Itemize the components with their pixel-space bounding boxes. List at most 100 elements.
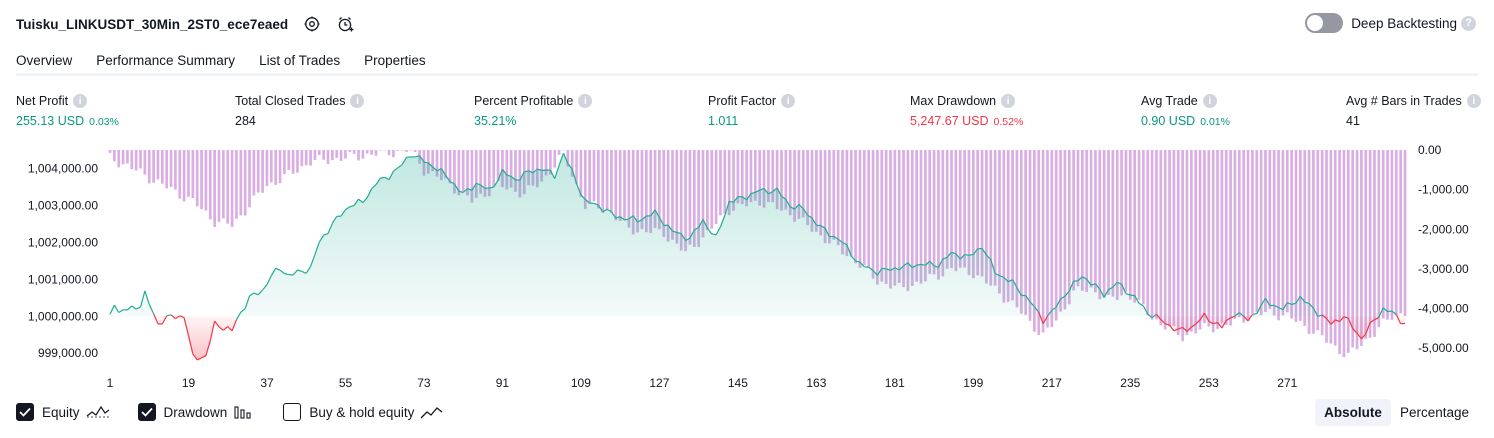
drawdown-bar (1059, 150, 1062, 312)
drawdown-bar (1316, 150, 1320, 331)
chart-legend: Equity Drawdown Buy & hold equity (16, 403, 472, 421)
equity-line-segment (541, 169, 547, 172)
drawdown-bar (832, 150, 836, 240)
drawdown-bar (461, 150, 465, 192)
drawdown-bar (675, 150, 679, 244)
x-axis-tick: 91 (496, 376, 510, 390)
metric-total-closed-trades: Total Closed Trades i 284 (235, 94, 365, 128)
drawdown-bar (1285, 150, 1289, 313)
help-icon[interactable]: ? (1461, 15, 1476, 31)
drawdown-bar (1346, 150, 1350, 353)
tab-overview[interactable]: Overview (16, 46, 73, 76)
deep-backtesting-toggle[interactable] (1305, 13, 1344, 33)
drawdown-bar (156, 150, 160, 180)
drawdown-bar (400, 150, 404, 151)
drawdown-bar (413, 150, 417, 153)
drawdown-bar (178, 150, 182, 199)
drawdown-bar (1163, 150, 1167, 330)
drawdown-bar (849, 150, 853, 257)
info-icon[interactable]: i (781, 94, 796, 108)
drawdown-bar (121, 150, 125, 165)
info-icon[interactable]: i (1466, 94, 1481, 108)
buy-hold-checkbox[interactable] (283, 403, 302, 421)
drawdown-bar (858, 150, 862, 268)
legend-equity[interactable]: Equity (16, 403, 110, 421)
info-icon[interactable]: i (73, 94, 88, 108)
equity-chart[interactable]: 1,004,000.00 1,003,000.00 1,002,000.00 1,00… (0, 140, 1494, 395)
drawdown-bar (117, 150, 121, 168)
drawdown-bar (108, 150, 112, 153)
drawdown-bar (963, 150, 966, 268)
drawdown-checkbox[interactable] (137, 403, 156, 421)
metric-label-text: Net Profit (16, 94, 69, 108)
metric-label-text: Total Closed Trades (235, 94, 346, 108)
drawdown-bar (378, 150, 382, 151)
drawdown-bar (134, 150, 138, 171)
x-axis-tick: 235 (1120, 376, 1140, 390)
drawdown-bar (405, 150, 408, 152)
equity-checkbox[interactable] (16, 403, 34, 421)
drawdown-bar (910, 150, 914, 286)
drawdown-bar (1338, 150, 1341, 354)
info-icon[interactable]: i (578, 94, 593, 108)
drawdown-bar (1216, 150, 1219, 329)
drawdown-bar (1019, 150, 1023, 314)
legend-buy-hold[interactable]: Buy & hold equity (283, 403, 444, 421)
drawdown-bar (1015, 150, 1019, 308)
drawdown-bar (269, 150, 273, 183)
tab-bar: Overview Performance Summary List of Tra… (16, 46, 450, 76)
drawdown-bar (361, 150, 365, 159)
right-axis: 0.00 -1,000.00 -2,000.00 -3,000.00 -4,000.00… (1418, 143, 1469, 355)
metric-net-profit: Net Profit i 255.13 USD 0.03% (16, 94, 119, 128)
drawdown-bar (854, 150, 857, 264)
metric-value-text: 0.90 USD (1141, 114, 1196, 128)
metric-label-text: Avg Trade (1141, 94, 1198, 108)
drawdown-bar (1281, 150, 1285, 316)
drawdown-bar (1320, 150, 1324, 336)
drawdown-bar (1394, 150, 1398, 316)
equity-area (110, 153, 1405, 360)
drawdown-bar (841, 150, 844, 255)
drawdown-bar (322, 150, 325, 160)
tab-properties[interactable]: Properties (364, 46, 426, 74)
drawdown-bar (374, 150, 378, 156)
tab-performance-summary[interactable]: Performance Summary (96, 46, 235, 74)
drawdown-bar (165, 150, 169, 189)
drawdown-bar (496, 150, 500, 181)
left-axis-tick: 1,004,000.00 (28, 162, 98, 176)
drawdown-bar (1063, 150, 1067, 310)
absolute-button[interactable]: Absolute (1315, 399, 1391, 426)
drawdown-bar (1399, 150, 1402, 314)
tab-list-of-trades[interactable]: List of Trades (259, 46, 340, 74)
info-icon[interactable]: i (350, 94, 365, 108)
drawdown-bar (688, 150, 692, 245)
drawdown-bar (274, 150, 278, 185)
drawdown-bar (313, 150, 317, 160)
drawdown-bar (1264, 150, 1267, 313)
drawdown-bar (871, 150, 875, 279)
drawdown-bar (1198, 150, 1202, 330)
drawdown-bar (1233, 150, 1237, 319)
drawdown-bar (1185, 150, 1189, 335)
drawdown-bar (1207, 150, 1211, 327)
drawdown-bar (1041, 150, 1045, 333)
strategy-header: Tuisku_LINKUSDT_30Min_2ST0_ece7eaed (16, 12, 356, 36)
drawdown-bar (1246, 150, 1250, 322)
add-alert-icon[interactable] (336, 14, 356, 34)
drawdown-bar (684, 150, 687, 252)
drawdown-bar (876, 150, 879, 285)
info-icon[interactable]: i (1001, 94, 1016, 108)
legend-drawdown[interactable]: Drawdown (137, 403, 256, 421)
settings-icon[interactable] (302, 14, 322, 34)
drawdown-bar (1072, 150, 1075, 291)
deep-backtesting: Deep Backtesting ? (1305, 13, 1476, 33)
drawdown-bar (1142, 150, 1145, 305)
drawdown-bar (1259, 150, 1263, 316)
drawdown-bar (1011, 150, 1014, 301)
metric-max-drawdown: Max Drawdown i 5,247.67 USD 0.52% (910, 94, 1023, 128)
drawdown-bar (1229, 150, 1232, 326)
metric-avg-bars-in-trades: Avg # Bars in Trades i 41 (1346, 94, 1481, 128)
percentage-button[interactable]: Percentage (1391, 399, 1478, 426)
info-icon[interactable]: i (1202, 94, 1217, 108)
drawdown-bar (256, 150, 260, 193)
